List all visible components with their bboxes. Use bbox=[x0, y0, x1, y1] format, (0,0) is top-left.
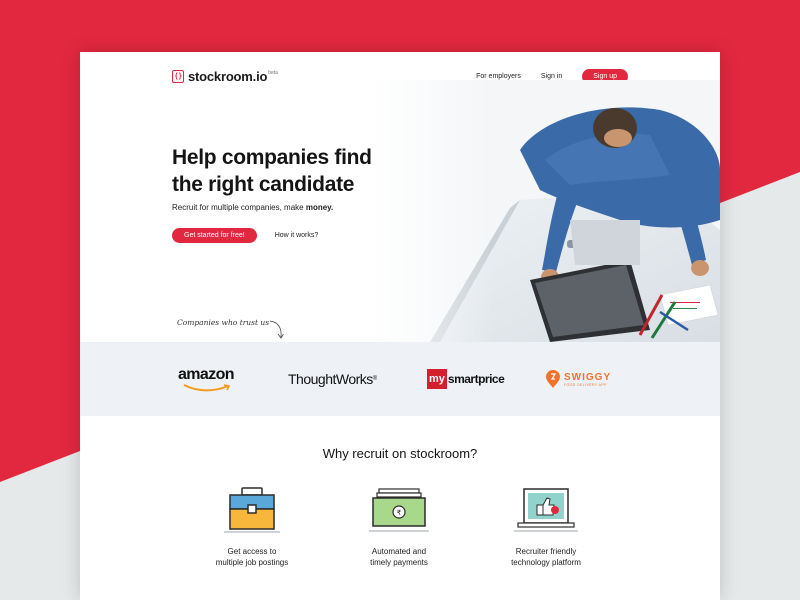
feature-job-postings-text: Get access to multiple job postings bbox=[192, 546, 312, 568]
mysmartprice-badge: my bbox=[427, 369, 447, 389]
thoughtworks-logo: ThoughtWorks ® bbox=[288, 342, 377, 416]
feature-job-postings-line-1: Get access to bbox=[227, 547, 277, 556]
feature-payments-text: Automated and timely payments bbox=[339, 546, 459, 568]
feature-job-postings: Get access to multiple job postings bbox=[192, 485, 312, 568]
hero-subtitle: Recruit for multiple companies, make mon… bbox=[172, 203, 333, 212]
hero-headline-line-2: the right candidate bbox=[172, 173, 355, 196]
hero-subtitle-text: Recruit for multiple companies, make bbox=[172, 203, 306, 212]
feature-technology-line-2: technology platform bbox=[511, 558, 581, 567]
laptop-thumbs-up-icon bbox=[514, 488, 578, 532]
swiggy-wordmark: SWIGGY bbox=[564, 371, 612, 383]
beta-badge: beta bbox=[268, 69, 278, 76]
brand-mark-icon: { } bbox=[172, 70, 184, 83]
amazon-smile-icon bbox=[183, 384, 231, 392]
mysmartprice-logo: my smartprice bbox=[427, 342, 505, 416]
amazon-logo: amazon bbox=[178, 342, 235, 416]
hero-headline-line-1: Help companies find bbox=[172, 146, 372, 169]
nav-for-employers-link[interactable]: For employers bbox=[476, 73, 521, 80]
feature-payments-line-2: timely payments bbox=[370, 558, 428, 567]
companies-who-trust-us-label: Companies who trust us bbox=[177, 318, 270, 327]
feature-job-postings-line-2: multiple job postings bbox=[215, 558, 289, 567]
hero-photo-man-at-laptop bbox=[370, 80, 720, 342]
thoughtworks-registered-mark: ® bbox=[372, 376, 377, 382]
thoughtworks-wordmark: ThoughtWorks bbox=[288, 371, 373, 387]
landing-page-card: { } stockroom.io beta For employers Sign… bbox=[80, 52, 720, 600]
hero-subtitle-emphasis: money. bbox=[305, 203, 334, 212]
feature-technology: Recruiter friendly technology platform bbox=[486, 485, 606, 568]
briefcase-icon bbox=[224, 487, 280, 533]
why-recruit-heading: Why recruit on stockroom? bbox=[322, 446, 478, 461]
feature-payments-line-1: Automated and bbox=[371, 547, 427, 556]
brand-logo[interactable]: { } stockroom.io beta bbox=[172, 69, 278, 84]
nav-sign-in-link[interactable]: Sign in bbox=[541, 73, 562, 80]
hero-headline: Help companies find the right candidate bbox=[172, 144, 412, 198]
amazon-wordmark: amazon bbox=[178, 366, 235, 383]
swiggy-logo: SWIGGY FOOD DELIVERY APP bbox=[546, 342, 611, 416]
feature-technology-text: Recruiter friendly technology platform bbox=[486, 546, 606, 568]
feature-technology-line-1: Recruiter friendly bbox=[515, 547, 577, 556]
money-bill-icon: ₹ bbox=[369, 488, 429, 532]
trusted-companies-strip: amazon ThoughtWorks ® my smartprice SWIGG… bbox=[80, 342, 720, 416]
curved-arrow-icon bbox=[269, 320, 284, 339]
get-started-button[interactable]: Get started for free! bbox=[172, 228, 257, 243]
svg-text:₹: ₹ bbox=[397, 509, 402, 517]
swiggy-text-group: SWIGGY FOOD DELIVERY APP bbox=[564, 372, 611, 387]
how-it-works-link[interactable]: How it works? bbox=[275, 232, 319, 239]
swiggy-tagline: FOOD DELIVERY APP bbox=[564, 382, 607, 387]
feature-payments: ₹ Automated and timely payments bbox=[339, 485, 459, 568]
mysmartprice-wordmark: smartprice bbox=[447, 372, 505, 386]
swiggy-pin-icon bbox=[546, 370, 560, 388]
hero-cta-row: Get started for free! How it works? bbox=[172, 228, 318, 243]
brand-name: stockroom.io bbox=[188, 69, 268, 84]
